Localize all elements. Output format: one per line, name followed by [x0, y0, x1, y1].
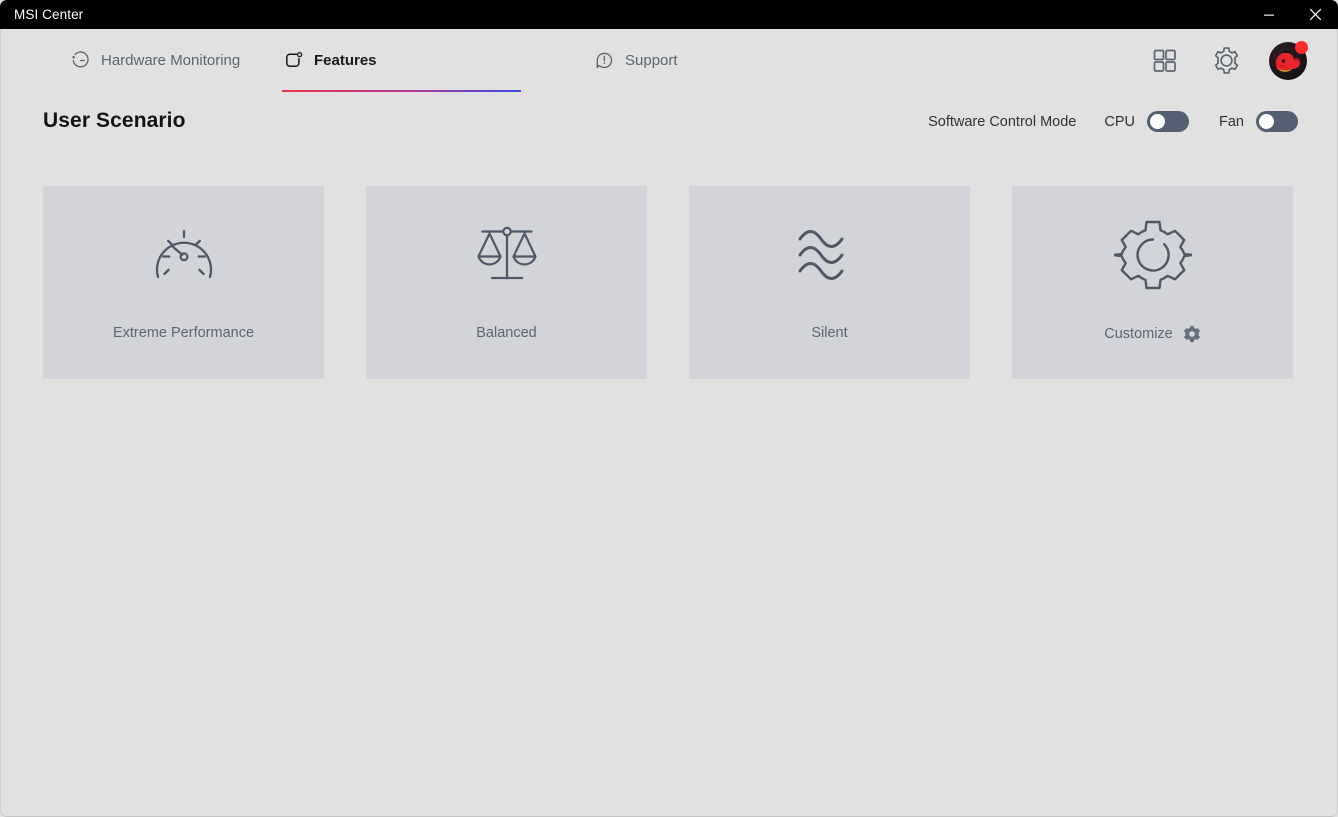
- card-label-row: Balanced: [366, 325, 647, 341]
- gear-outline-icon: [1113, 217, 1192, 293]
- minimize-icon: [1264, 14, 1274, 16]
- avatar-button[interactable]: [1264, 29, 1312, 92]
- scenario-card-extreme-performance[interactable]: Extreme Performance: [43, 186, 324, 379]
- cpu-toggle-switch[interactable]: [1147, 111, 1189, 132]
- apps-grid-button[interactable]: [1143, 29, 1185, 92]
- balance-scale-icon: [470, 217, 544, 293]
- page-title: User Scenario: [43, 109, 186, 132]
- tab-support-label: Support: [625, 52, 678, 69]
- scenario-label-silent: Silent: [811, 325, 848, 341]
- grid-apps-icon: [1153, 49, 1176, 72]
- gear-icon: [1214, 47, 1238, 74]
- avatar: [1269, 40, 1308, 80]
- cpu-toggle-knob: [1150, 114, 1165, 129]
- speedometer-icon: [147, 217, 221, 293]
- minimize-button[interactable]: [1246, 0, 1292, 29]
- nav-bar: Hardware Monitoring Features Support: [1, 29, 1337, 92]
- software-control-mode-group: Software Control Mode CPU Fan: [928, 111, 1298, 132]
- tab-support[interactable]: Support: [593, 29, 678, 92]
- card-label-row: Silent: [689, 325, 970, 341]
- scenario-label-extreme-performance: Extreme Performance: [112, 325, 255, 341]
- tab-hardware-monitoring[interactable]: Hardware Monitoring: [69, 29, 240, 92]
- cpu-toggle-label: CPU: [1104, 113, 1135, 130]
- close-icon: [1309, 8, 1321, 21]
- window-body: Hardware Monitoring Features Support Use…: [0, 29, 1338, 817]
- cpu-toggle-group: CPU: [1104, 111, 1189, 132]
- card-label-row: Extreme Performance: [43, 325, 324, 341]
- scenario-card-silent[interactable]: Silent: [689, 186, 970, 379]
- fan-toggle-knob: [1259, 114, 1274, 129]
- card-label-row: Customize: [1012, 325, 1293, 343]
- section-header: User Scenario Software Control Mode CPU …: [1, 92, 1337, 154]
- scenario-card-list: Extreme Performance Balanced Silent Cust…: [43, 186, 1301, 379]
- settings-button[interactable]: [1205, 29, 1247, 92]
- waves-icon: [793, 217, 867, 293]
- fan-toggle-switch[interactable]: [1256, 111, 1298, 132]
- window-controls: [1246, 0, 1338, 29]
- notification-badge: [1295, 40, 1308, 54]
- window-title: MSI Center: [14, 7, 84, 22]
- scenario-card-balanced[interactable]: Balanced: [366, 186, 647, 379]
- software-control-mode-label: Software Control Mode: [928, 113, 1077, 130]
- fan-toggle-group: Fan: [1219, 111, 1298, 132]
- title-bar: MSI Center: [0, 0, 1338, 29]
- scenario-label-customize: Customize: [1104, 326, 1173, 342]
- feature-square-icon: [282, 50, 304, 72]
- fan-toggle-label: Fan: [1219, 113, 1244, 130]
- scenario-label-balanced: Balanced: [476, 325, 537, 341]
- scenario-card-customize[interactable]: Customize: [1012, 186, 1293, 379]
- customize-settings-gear-icon[interactable]: [1183, 325, 1201, 343]
- tab-hardware-monitoring-label: Hardware Monitoring: [101, 52, 241, 69]
- tab-features[interactable]: Features: [282, 29, 521, 92]
- tab-features-label: Features: [314, 52, 377, 69]
- speech-bubble-alert-icon: [593, 50, 615, 72]
- msi-center-window: MSI Center Hardware Monitoring Features …: [0, 0, 1338, 817]
- close-button[interactable]: [1292, 0, 1338, 29]
- gauge-circle-icon: [69, 50, 91, 72]
